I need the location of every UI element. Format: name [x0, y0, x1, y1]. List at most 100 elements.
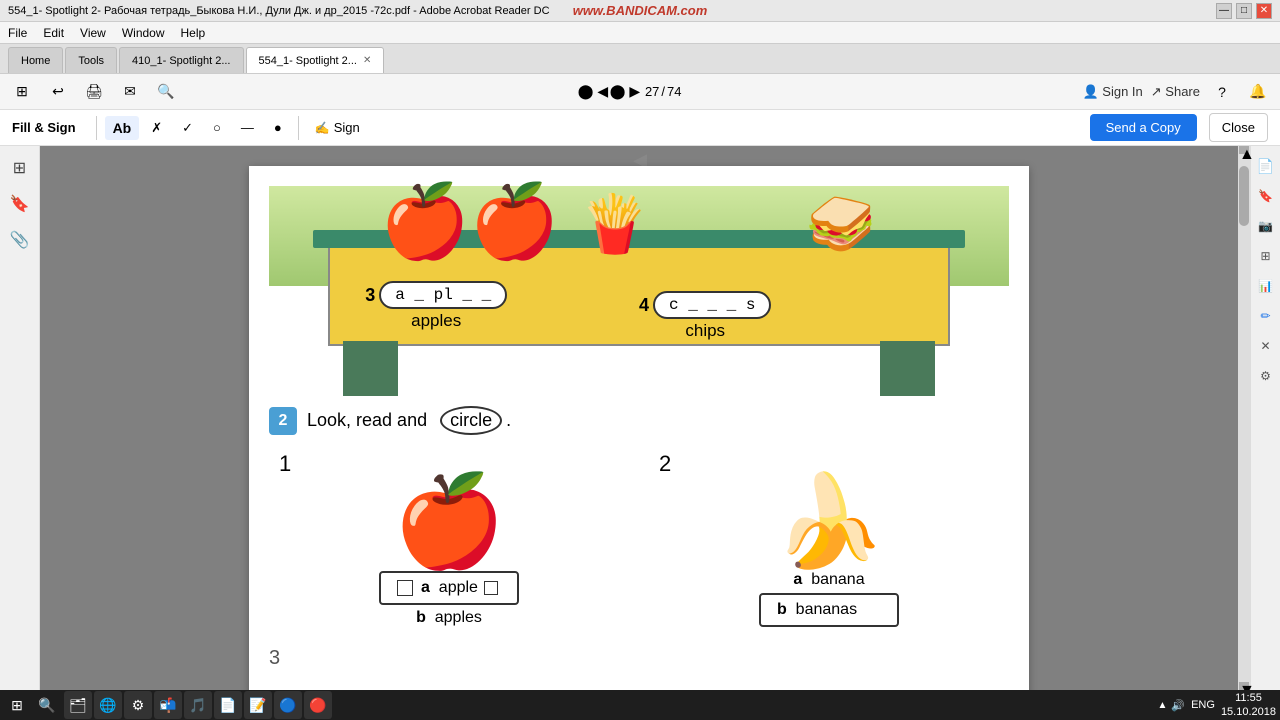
exercise-instruction: 2 Look, read and circle . — [269, 406, 1009, 435]
tab-home[interactable]: Home — [8, 47, 63, 73]
tab-spotlight-2[interactable]: 554_1- Spotlight 2... ✕ — [246, 47, 385, 73]
tab-home-label: Home — [21, 55, 50, 67]
checkbox-1a[interactable] — [397, 580, 413, 596]
notifications-button[interactable]: 🔔 — [1244, 78, 1272, 106]
taskbar-app-2[interactable]: 🌐 — [94, 691, 122, 719]
right-sidebar: 📄 🔖 📷 ⊞ 📊 ✏ ✕ ⚙ — [1250, 146, 1280, 690]
menu-window[interactable]: Window — [122, 26, 165, 40]
nav-center: ⬤ ◀ ⬤ ▶ 27 / 74 — [188, 80, 1074, 104]
tab-close-icon[interactable]: ✕ — [363, 55, 371, 66]
close-window-button[interactable]: ✕ — [1256, 3, 1272, 19]
window-controls[interactable]: — □ ✕ — [1216, 3, 1272, 19]
menu-file[interactable]: File — [8, 26, 27, 40]
fill-sign-bar: Fill & Sign Ab ✗ ✓ ○ — ● ✍ Sign Send a C… — [0, 110, 1280, 146]
email-button[interactable]: ✉ — [116, 78, 144, 106]
taskbar-app-3[interactable]: ⚙ — [124, 691, 152, 719]
word-answer-3: apples — [411, 311, 461, 331]
choice-1a[interactable]: a apple — [379, 571, 519, 605]
scrollbar-thumb[interactable] — [1239, 166, 1249, 226]
prev-page-button[interactable]: ⬤ ◀ — [581, 80, 605, 104]
tool-cross[interactable]: ✗ — [143, 116, 170, 140]
tab-spotlight-1[interactable]: 410_1- Spotlight 2... — [119, 47, 243, 73]
right-icon-4[interactable]: ⊞ — [1254, 244, 1278, 268]
menu-help[interactable]: Help — [181, 26, 206, 40]
close-fill-sign-button[interactable]: Close — [1209, 113, 1268, 142]
menu-edit[interactable]: Edit — [43, 26, 64, 40]
separator-2 — [298, 116, 299, 140]
right-icon-6[interactable]: ✏ — [1254, 304, 1278, 328]
item-2-num: 2 — [659, 451, 671, 477]
systray-icon-1[interactable]: 🔊 — [1171, 699, 1185, 712]
exercise-num: 2 — [269, 407, 297, 435]
taskbar-app-1[interactable]: 🗂 — [64, 691, 92, 719]
share-button[interactable]: ↗ Share — [1151, 84, 1200, 100]
title-bar: 554_1- Spotlight 2- Рабочая тетрадь_Быко… — [0, 0, 1280, 22]
word-box-3-container: 3 a _ pl _ _ apples — [365, 281, 507, 331]
signin-icon: 👤 — [1082, 84, 1098, 99]
vertical-scrollbar[interactable]: ▲ ▼ — [1238, 146, 1250, 690]
maximize-button[interactable]: □ — [1236, 3, 1252, 19]
taskbar-app-8[interactable]: 🔵 — [274, 691, 302, 719]
scroll-down-btn[interactable]: ▼ — [1239, 682, 1249, 690]
toolbar: ⊞ ↩ 🖨 ✉ 🔍 ⬤ ◀ ⬤ ▶ 27 / 74 👤 Sign In ↗ Sh… — [0, 74, 1280, 110]
checkbox-sq-1a[interactable] — [484, 581, 498, 595]
taskbar-app-5[interactable]: 🎵 — [184, 691, 212, 719]
taskbar-app-4[interactable]: 📬 — [154, 691, 182, 719]
signin-button[interactable]: 👤 Sign In — [1082, 84, 1142, 100]
item-2-fruit: 🍌 — [773, 477, 885, 567]
word-box-4-container: 4 c _ _ _ s chips — [639, 291, 771, 341]
menu-bar: File Edit View Window Help — [0, 22, 1280, 44]
right-icon-2[interactable]: 🔖 — [1254, 184, 1278, 208]
right-icon-8[interactable]: ⚙ — [1254, 364, 1278, 388]
right-icon-3[interactable]: 📷 — [1254, 214, 1278, 238]
back-button[interactable]: ↩ — [44, 78, 72, 106]
tool-dot[interactable]: ● — [266, 116, 290, 139]
right-icon-7[interactable]: ✕ — [1254, 334, 1278, 358]
thumbnail-button[interactable]: ⊞ — [8, 78, 36, 106]
choice-2b-label: b bananas — [777, 601, 857, 619]
scroll-up-btn[interactable]: ▲ — [1239, 146, 1249, 154]
item-1: 1 🍎 a apple b apples — [269, 451, 629, 627]
fill-sign-label: Fill & Sign — [12, 120, 76, 135]
search-button[interactable]: 🔍 — [152, 78, 180, 106]
print-button[interactable]: 🖨 — [80, 78, 108, 106]
tool-ab[interactable]: Ab — [105, 116, 140, 140]
table-illustration: 🍎🍎 🍟 🥪 3 a _ pl _ _ apples 4 c _ _ _ s — [269, 186, 1009, 396]
choice-2a: a banana — [793, 571, 864, 589]
word-input-3[interactable]: a _ pl _ _ — [379, 281, 507, 309]
apple-food: 🍎🍎 — [380, 186, 559, 258]
instruction-text: Look, read and — [307, 410, 427, 431]
taskbar-app-6[interactable]: 📄 — [214, 691, 242, 719]
taskbar-app-9[interactable]: 🔴 — [304, 691, 332, 719]
tool-line[interactable]: — — [233, 116, 262, 139]
next-page-button[interactable]: ⬤ ▶ — [613, 80, 637, 104]
menu-view[interactable]: View — [80, 26, 106, 40]
word-input-4[interactable]: c _ _ _ s — [653, 291, 771, 319]
choice-1a-label: a apple — [421, 579, 478, 597]
choice-2b[interactable]: b bananas — [759, 593, 899, 627]
page-total: 74 — [667, 84, 681, 99]
choice-1b: b apples — [416, 609, 482, 627]
right-icon-1[interactable]: 📄 — [1254, 154, 1278, 178]
pages-icon[interactable]: ⊞ — [6, 154, 34, 182]
help-button[interactable]: ? — [1208, 78, 1236, 106]
tool-sign[interactable]: ✍ Sign — [307, 116, 368, 139]
minimize-button[interactable]: — — [1216, 3, 1232, 19]
pdf-page: 🍎🍎 🍟 🥪 3 a _ pl _ _ apples 4 c _ _ _ s — [249, 166, 1029, 690]
tool-circle[interactable]: ○ — [205, 116, 229, 139]
systray-arrow[interactable]: ▲ — [1157, 700, 1167, 711]
word-box-4: 4 c _ _ _ s — [639, 291, 771, 319]
start-button[interactable]: ⊞ — [4, 692, 30, 718]
right-icon-5[interactable]: 📊 — [1254, 274, 1278, 298]
tools-icon[interactable]: 📎 — [6, 226, 34, 254]
sign-icon: ✍ — [315, 121, 330, 135]
taskbar-app-7[interactable]: 📝 — [244, 691, 272, 719]
search-taskbar-button[interactable]: 🔍 — [34, 692, 60, 718]
send-copy-button[interactable]: Send a Copy — [1090, 114, 1197, 141]
bookmarks-icon[interactable]: 🔖 — [6, 190, 34, 218]
language-indicator[interactable]: ENG — [1191, 699, 1215, 711]
tool-check[interactable]: ✓ — [174, 116, 201, 140]
fries-food: 🍟 — [580, 191, 650, 257]
word-box-3: 3 a _ pl _ _ — [365, 281, 507, 309]
tab-tools[interactable]: Tools — [65, 47, 117, 73]
